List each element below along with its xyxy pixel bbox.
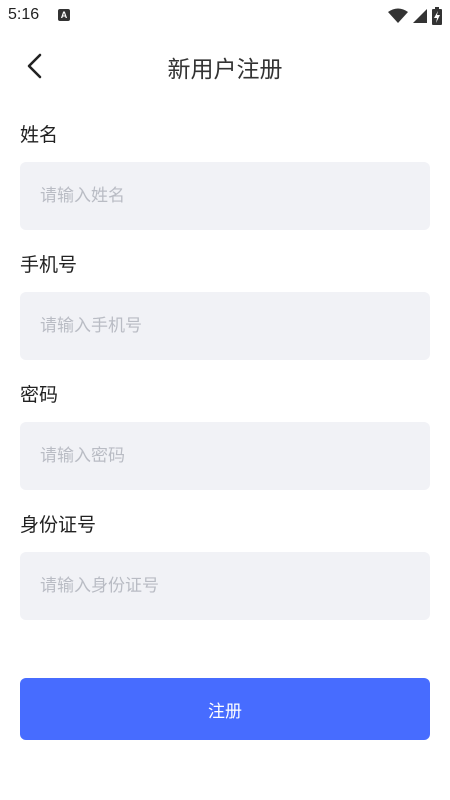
register-form: 姓名 手机号 密码 身份证号 bbox=[20, 120, 430, 640]
register-button[interactable]: 注册 bbox=[20, 678, 430, 740]
app-bar: 新用户注册 bbox=[0, 36, 450, 96]
name-label: 姓名 bbox=[20, 124, 59, 146]
name-input[interactable] bbox=[20, 162, 430, 230]
status-icons bbox=[388, 6, 442, 26]
password-input[interactable] bbox=[20, 422, 430, 490]
notification-badge: A bbox=[58, 9, 70, 21]
id-number-label: 身份证号 bbox=[20, 514, 97, 536]
phone-input[interactable] bbox=[20, 292, 430, 360]
id-number-input[interactable] bbox=[20, 552, 430, 620]
status-time: 5:16 bbox=[8, 6, 40, 23]
status-bar: 5:16 A bbox=[0, 0, 450, 32]
cellular-signal-icon bbox=[412, 8, 428, 24]
password-label: 密码 bbox=[20, 384, 59, 406]
wifi-icon bbox=[388, 8, 408, 24]
page-title: 新用户注册 bbox=[167, 57, 283, 83]
battery-charging-icon bbox=[432, 7, 442, 25]
phone-label: 手机号 bbox=[20, 254, 78, 276]
